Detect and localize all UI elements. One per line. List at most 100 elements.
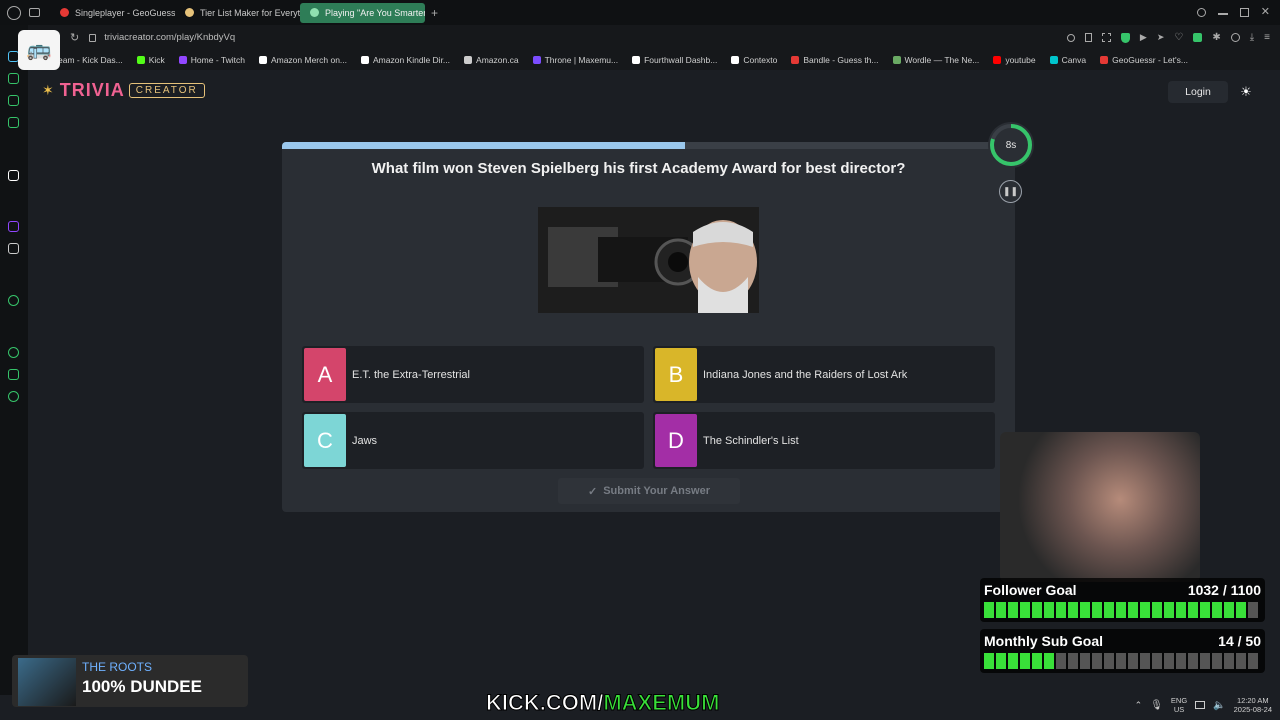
share-icon[interactable]: ➤ (1157, 32, 1165, 43)
bookmark-icon[interactable] (1084, 33, 1092, 42)
goal-segment (1152, 602, 1162, 618)
extensions-icon[interactable] (1193, 33, 1203, 42)
box-icon[interactable] (8, 369, 19, 380)
goal-segment (1176, 653, 1186, 669)
tab-tier-list[interactable]: Tier List Maker for Everyt (175, 3, 300, 23)
player-icon[interactable] (8, 295, 19, 306)
goal-segment (1056, 653, 1066, 669)
microphone-icon[interactable]: 🎙 (1150, 700, 1163, 711)
bookmark-label: Amazon.ca (476, 55, 519, 65)
triviacreator-logo[interactable]: ✶ TRIVIA CREATOR (42, 80, 205, 101)
language-indicator[interactable]: ENG US (1171, 696, 1187, 714)
monitor-icon[interactable] (1195, 701, 1206, 709)
browser-sidebar (0, 25, 28, 695)
twitch-icon[interactable] (8, 221, 19, 232)
lock-icon (89, 33, 97, 42)
goal-segment (1224, 602, 1234, 618)
answer-label: E.T. the Extra-Terrestrial (352, 368, 470, 381)
bookmark-item[interactable]: GeoGuessr - Let's... (1100, 55, 1188, 65)
goal-segment (1188, 653, 1198, 669)
tab-search-icon[interactable] (29, 8, 40, 17)
bookmark-item[interactable]: Throne | Maxemu... (532, 55, 618, 65)
url-input[interactable]: triviacreator.com/play/KnbdyVq (104, 32, 235, 43)
goal-segment (1140, 653, 1150, 669)
album-art (18, 658, 76, 706)
pause-button[interactable]: ❚❚ (999, 180, 1022, 203)
browser-menu-icon[interactable] (7, 5, 21, 20)
heart-icon[interactable]: ♡ (1174, 32, 1183, 43)
bookmark-item[interactable]: Amazon Kindle Dir... (361, 55, 450, 65)
theme-toggle-icon[interactable]: ☀ (1238, 84, 1254, 100)
bookmark-item[interactable]: youtube (993, 55, 1036, 65)
tab-trivia-active[interactable]: Playing "Are You Smarter (300, 2, 425, 23)
address-bar-tools: ▶ ➤ ♡ ✱ ⤓ ≡ (1066, 32, 1280, 43)
bookmark-favicon-icon (791, 56, 800, 64)
bookmark-item[interactable]: Amazon.ca (464, 55, 519, 65)
maximize-icon[interactable] (1239, 8, 1249, 17)
sparkle-icon: ✶ (42, 82, 54, 98)
countdown-timer: 8s (988, 122, 1034, 168)
goal-segment (1080, 653, 1090, 669)
shield-icon[interactable] (1120, 32, 1130, 43)
close-icon[interactable]: ✕ (1261, 7, 1270, 18)
answer-option-c[interactable]: C Jaws (302, 412, 644, 469)
tab-label: Tier List Maker for Everyt (200, 7, 300, 18)
browser-tab-strip: Singleplayer - GeoGuessr Tier List Maker… (0, 0, 1280, 25)
arrow-icon[interactable] (8, 170, 19, 181)
bookmark-item[interactable]: Fourthwall Dashb... (632, 55, 717, 65)
login-button[interactable]: Login (1168, 81, 1228, 103)
answer-option-b[interactable]: B Indiana Jones and the Raiders of Lost … (653, 346, 995, 403)
clock[interactable]: 12:20 AM 2025-08-24 (1234, 696, 1272, 714)
speaker-icon[interactable]: 🔈 (1213, 700, 1225, 711)
tab-label: Singleplayer - GeoGuessr (75, 7, 175, 18)
play-icon[interactable]: ▶ (1140, 32, 1147, 43)
reload-icon[interactable]: ↻ (70, 31, 79, 44)
m-app-icon[interactable] (8, 117, 19, 128)
goal-segment (1092, 602, 1102, 618)
answer-option-a[interactable]: A E.T. the Extra-Terrestrial (302, 346, 644, 403)
goal-segment (1128, 653, 1138, 669)
puzzle-icon[interactable]: ✱ (1212, 32, 1220, 43)
menu-icon[interactable]: ≡ (1264, 32, 1270, 43)
minimize-icon[interactable] (1217, 13, 1228, 15)
settings-icon[interactable] (8, 391, 19, 402)
zoom-icon[interactable] (1066, 33, 1075, 42)
x-icon[interactable] (8, 243, 19, 254)
logo-main-text: TRIVIA (59, 80, 125, 100)
goal-segment (1212, 653, 1222, 669)
bookmark-favicon-icon (258, 56, 267, 64)
answer-option-d[interactable]: D The Schindler's List (653, 412, 995, 469)
tab-geoguessr[interactable]: Singleplayer - GeoGuessr (50, 3, 175, 23)
goal-segment (1224, 653, 1234, 669)
chevron-up-icon[interactable]: ⌃ (1135, 700, 1143, 711)
history-icon[interactable] (8, 347, 19, 358)
screenshot-icon[interactable] (1101, 33, 1111, 42)
window-controls: ✕ (1196, 7, 1280, 18)
whatsapp-icon[interactable] (8, 95, 19, 106)
goal-segment (1068, 602, 1078, 618)
goal-segment (1104, 602, 1114, 618)
bag-icon[interactable] (8, 73, 19, 84)
download-icon[interactable]: ⤓ (1250, 32, 1254, 43)
bookmark-favicon-icon (136, 56, 145, 64)
bookmark-item[interactable]: Amazon Merch on... (258, 55, 347, 65)
bookmark-label: youtube (1005, 55, 1036, 65)
bookmark-item[interactable]: Bandle - Guess th... (791, 55, 879, 65)
new-tab-button[interactable]: + (431, 6, 438, 20)
question-text: What film won Steven Spielberg his first… (371, 160, 906, 177)
pause-icon: ❚❚ (1002, 186, 1019, 196)
bookmark-item[interactable]: Wordle — The Ne... (892, 55, 979, 65)
system-tray: ⌃ 🎙 ENG US 🔈 12:20 AM 2025-08-24 (1110, 690, 1280, 720)
bookmark-item[interactable]: Contexto (731, 55, 777, 65)
bookmark-item[interactable]: Kick (136, 55, 165, 65)
search-icon[interactable] (1196, 8, 1206, 17)
bookmark-item[interactable]: Home - Twitch (178, 55, 245, 65)
bookmark-item[interactable]: Canva (1049, 55, 1086, 65)
goal-segment (1020, 602, 1030, 618)
submit-answer-button[interactable]: ✓ Submit Your Answer (558, 478, 740, 504)
profile-icon[interactable] (1230, 33, 1240, 42)
timer-text: 8s (1005, 139, 1017, 151)
bookmarks-bar: eam - Kick Das... Kick Home - Twitch Amazon… (28, 50, 1280, 70)
goal-segment (996, 653, 1006, 669)
question-progress-fill (282, 142, 686, 149)
